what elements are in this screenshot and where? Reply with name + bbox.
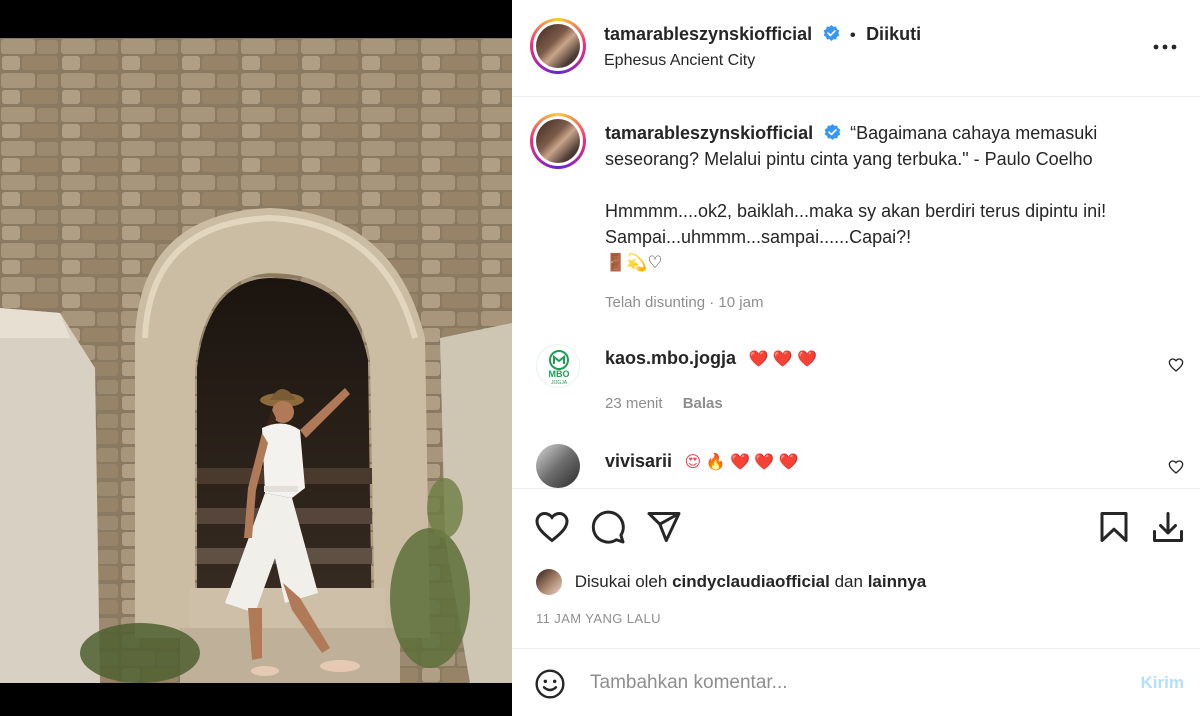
comment-bubble-icon[interactable] — [590, 509, 626, 545]
emoji-picker-icon[interactable] — [534, 668, 566, 700]
caption-emojis: 🚪💫♡ — [605, 253, 663, 272]
caption-line-3: Hmmmm....ok2, baiklah...maka sy akan ber… — [605, 201, 1107, 221]
verified-badge-icon — [823, 25, 839, 41]
comment-input[interactable] — [590, 667, 1110, 699]
comment-meta: 23 menit Balas — [605, 395, 723, 412]
comment-username[interactable]: vivisarii — [605, 451, 672, 471]
post-location[interactable]: Ephesus Ancient City — [604, 52, 755, 70]
post-media[interactable] — [0, 0, 512, 716]
follow-status-button[interactable]: Diikuti — [866, 24, 921, 44]
author-line: tamarableszynskiofficial • Diikuti — [604, 24, 921, 45]
caption-line-2: seseorang? Melalui pintu cinta yang terb… — [605, 149, 1093, 169]
author-username[interactable]: tamarableszynskiofficial — [604, 24, 812, 44]
save-bookmark-icon[interactable] — [1096, 509, 1132, 545]
comment-avatar[interactable]: MBO JOGJA — [536, 344, 580, 388]
liker-username[interactable]: cindyclaudiaofficial — [672, 572, 830, 591]
like-heart-icon[interactable] — [534, 509, 570, 545]
post-header: tamarableszynskiofficial • Diikuti Ephes… — [512, 0, 1200, 97]
add-comment-bar: Kirim — [512, 648, 1200, 716]
caption-line-1: “Bagaimana cahaya memasuki — [850, 123, 1098, 143]
verified-badge-icon — [824, 124, 841, 140]
mbo-logo-subtext: JOGJA — [551, 380, 568, 386]
post-photo[interactable] — [0, 38, 512, 683]
share-send-icon[interactable] — [646, 509, 682, 545]
likes-others-link[interactable]: lainnya — [868, 572, 927, 591]
photo-illustration — [0, 38, 512, 683]
separator-dot: • — [850, 27, 856, 44]
caption-line-4: Sampai...uhmmm...sampai......Capai?! — [605, 227, 912, 247]
caption-time[interactable]: 10 jam — [718, 294, 763, 311]
comment-avatar[interactable] — [536, 444, 580, 488]
post-timestamp[interactable]: 11 JAM YANG LALU — [536, 611, 661, 626]
more-options-icon[interactable] — [1152, 34, 1178, 60]
liker-avatar[interactable] — [536, 569, 562, 595]
reply-button[interactable]: Balas — [683, 395, 723, 412]
comment-item: kaos.mbo.jogja ❤️ ❤️ ❤️ — [605, 348, 817, 369]
post-comment-button[interactable]: Kirim — [1141, 673, 1184, 693]
comments-section[interactable]: tamarableszynskiofficial “Bagaimana caha… — [512, 98, 1200, 488]
author-avatar[interactable] — [530, 18, 586, 74]
download-icon[interactable] — [1150, 509, 1186, 545]
comment-text: 😍 🔥 ❤️ ❤️ ❤️ — [684, 454, 799, 471]
caption-username[interactable]: tamarableszynskiofficial — [605, 123, 813, 143]
comment-item: vivisarii 😍 🔥 ❤️ ❤️ ❤️ — [605, 451, 799, 472]
edited-label: Telah disunting — [605, 294, 706, 311]
post-actions: Disukai oleh cindyclaudiaofficial dan la… — [512, 488, 1200, 648]
post-caption: tamarableszynskiofficial “Bagaimana caha… — [605, 120, 1165, 316]
likes-summary: Disukai oleh cindyclaudiaofficial dan la… — [536, 569, 926, 595]
comment-like-icon[interactable] — [1168, 459, 1184, 475]
post-details-panel: tamarableszynskiofficial • Diikuti Ephes… — [512, 0, 1200, 716]
caption-author-avatar[interactable] — [530, 113, 586, 169]
comment-text: ❤️ ❤️ ❤️ — [748, 351, 818, 368]
caption-meta: Telah disunting · 10 jam — [605, 294, 764, 311]
comment-time[interactable]: 23 menit — [605, 395, 663, 412]
comment-like-icon[interactable] — [1168, 357, 1184, 373]
comment-username[interactable]: kaos.mbo.jogja — [605, 348, 736, 368]
mbo-logo-text: MBO — [549, 369, 570, 379]
